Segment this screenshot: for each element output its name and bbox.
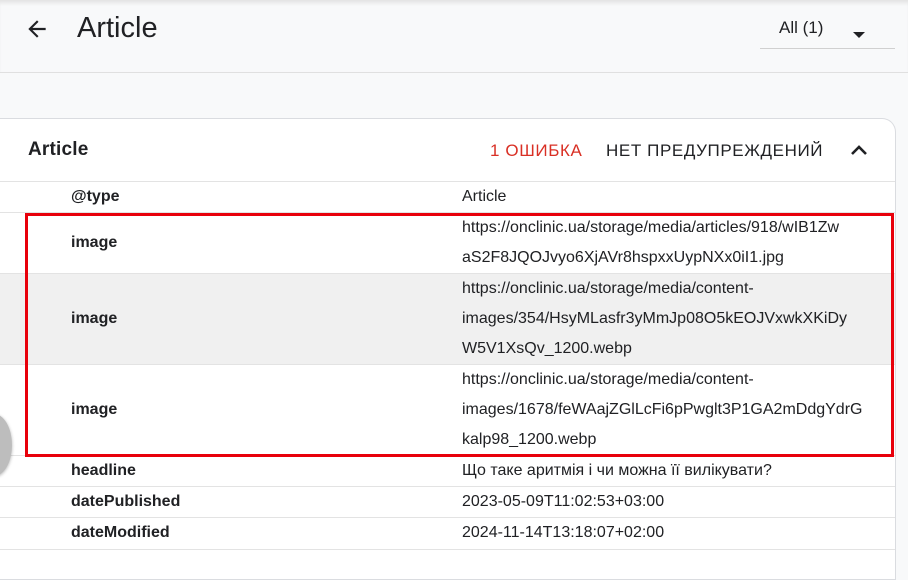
table-row: headline Що таке аритмія і чи можна її в… xyxy=(0,455,895,486)
property-value: https://onclinic.ua/storage/media/articl… xyxy=(462,213,872,273)
article-card: Article 1 ОШИБКА НЕТ ПРЕДУПРЕЖДЕНИЙ @typ… xyxy=(0,118,896,580)
value-line: W5V1XsQv_1200.webp xyxy=(462,340,632,357)
value-line: https://onclinic.ua/storage/media/conten… xyxy=(462,280,754,297)
table-row: @type Article xyxy=(0,181,895,212)
property-key: image xyxy=(71,310,118,327)
back-button[interactable] xyxy=(20,14,54,48)
table-row: dateModified 2024-11-14T13:18:07+02:00 xyxy=(0,517,895,550)
property-value: Article xyxy=(462,182,872,212)
chevron-up-icon xyxy=(850,143,868,161)
top-shadow xyxy=(0,0,908,6)
filter-value: All (1) xyxy=(779,18,824,37)
property-key: dateModified xyxy=(71,524,170,541)
property-key: @type xyxy=(71,188,120,205)
table-row: datePublished 2023-05-09T11:02:53+03:00 xyxy=(0,486,895,517)
arrow-left-icon xyxy=(24,16,50,47)
caret-down-icon xyxy=(852,26,866,44)
value-line: aS2F8JQOJvyo6XjAVr8hspxxUypNXx0iI1.jpg xyxy=(462,249,784,266)
property-value: 2023-05-09T11:02:53+03:00 xyxy=(462,487,872,517)
property-key: image xyxy=(71,234,118,251)
property-key: datePublished xyxy=(71,493,181,510)
table-row: image https://onclinic.ua/storage/media/… xyxy=(0,364,895,455)
app-bar: Article All (1) xyxy=(0,0,908,73)
table-row: image https://onclinic.ua/storage/media/… xyxy=(0,212,895,273)
filter-dropdown[interactable]: All (1) xyxy=(760,10,895,49)
error-count: 1 ОШИБКА xyxy=(490,141,583,160)
value-line: https://onclinic.ua/storage/media/conten… xyxy=(462,371,754,388)
value-line: 2024-11-14T13:18:07+02:00 xyxy=(462,524,665,541)
value-line: images/354/HsyMLasfr3yMmJp08O5kEOJVxwkXK… xyxy=(462,310,848,327)
value-line: kalp98_1200.webp xyxy=(462,431,597,448)
page-title: Article xyxy=(77,12,158,44)
table-row: image https://onclinic.ua/storage/media/… xyxy=(0,273,895,364)
property-key: image xyxy=(71,401,118,418)
value-line: images/1678/feWAajZGlLcFi6pPwglt3P1GA2mD… xyxy=(462,401,863,418)
property-value: Що таке аритмія і чи можна її вилікувати… xyxy=(462,456,872,486)
value-line: https://onclinic.ua/storage/media/articl… xyxy=(462,219,840,236)
value-line: Article xyxy=(462,188,507,205)
value-line: Що таке аритмія і чи можна її вилікувати… xyxy=(462,462,772,479)
collapse-button[interactable] xyxy=(846,139,872,165)
property-key: headline xyxy=(71,462,136,479)
card-title: Article xyxy=(28,139,89,160)
property-value: 2024-11-14T13:18:07+02:00 xyxy=(462,518,872,548)
warning-count: НЕТ ПРЕДУПРЕЖДЕНИЙ xyxy=(606,141,824,160)
property-value: https://onclinic.ua/storage/media/conten… xyxy=(462,365,872,455)
property-value: https://onclinic.ua/storage/media/conten… xyxy=(462,274,872,364)
value-line: 2023-05-09T11:02:53+03:00 xyxy=(462,493,665,510)
